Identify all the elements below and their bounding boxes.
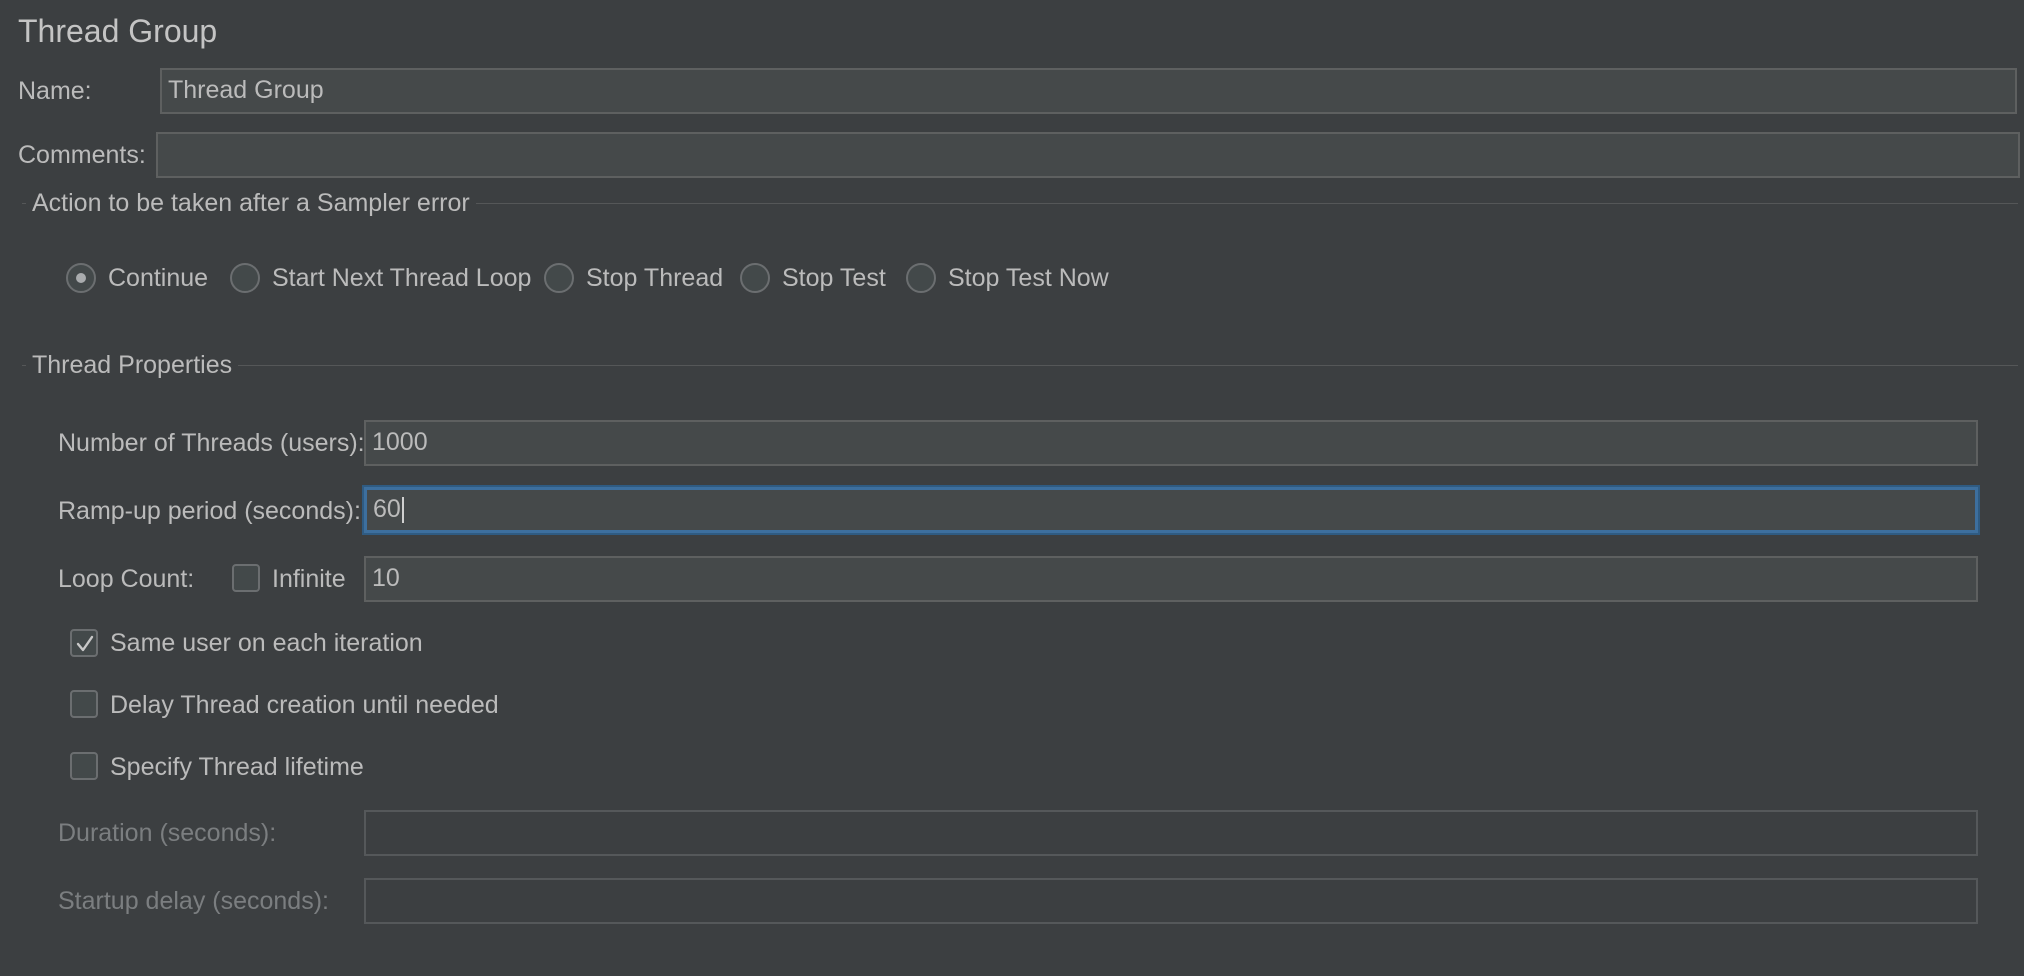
rampup-value: 60 xyxy=(373,495,401,523)
sampler-error-options: Continue Start Next Thread Loop Stop Thr… xyxy=(66,263,1266,293)
radio-stop-test-now-label: Stop Test Now xyxy=(948,264,1109,292)
radio-stop-test-now[interactable] xyxy=(906,263,936,293)
infinite-label: Infinite xyxy=(272,565,346,593)
radio-continue[interactable] xyxy=(66,263,96,293)
infinite-checkbox[interactable] xyxy=(232,564,260,592)
rampup-label: Ramp-up period (seconds): xyxy=(58,497,361,525)
radio-stop-thread[interactable] xyxy=(544,263,574,293)
name-field[interactable]: Thread Group xyxy=(160,68,2017,114)
delay-creation-label: Delay Thread creation until needed xyxy=(110,691,499,719)
comments-field[interactable] xyxy=(156,132,2020,178)
startup-delay-field[interactable] xyxy=(364,878,1978,924)
thread-properties-group-border xyxy=(22,365,2018,366)
same-user-checkbox[interactable] xyxy=(70,629,98,657)
thread-properties-group-title: Thread Properties xyxy=(26,350,239,380)
loop-count-field[interactable]: 10 xyxy=(364,556,1978,602)
radio-stop-test[interactable] xyxy=(740,263,770,293)
num-threads-value: 1000 xyxy=(372,428,428,456)
specify-lifetime-checkbox[interactable] xyxy=(70,752,98,780)
rampup-field[interactable]: 60 xyxy=(364,487,1978,533)
duration-field[interactable] xyxy=(364,810,1978,856)
name-field-value: Thread Group xyxy=(168,76,324,104)
text-caret xyxy=(401,497,404,524)
same-user-label: Same user on each iteration xyxy=(110,629,423,657)
name-label: Name: xyxy=(18,77,92,105)
specify-lifetime-label: Specify Thread lifetime xyxy=(110,753,364,781)
radio-start-next-thread-loop-label: Start Next Thread Loop xyxy=(272,264,532,292)
sampler-error-group-title: Action to be taken after a Sampler error xyxy=(26,188,476,218)
radio-stop-test-label: Stop Test xyxy=(782,264,886,292)
radio-start-next-thread-loop[interactable] xyxy=(230,263,260,293)
num-threads-label: Number of Threads (users): xyxy=(58,429,365,457)
radio-continue-label: Continue xyxy=(108,264,209,292)
comments-label: Comments: xyxy=(18,141,146,169)
duration-label: Duration (seconds): xyxy=(58,819,277,847)
page-title: Thread Group xyxy=(18,13,218,49)
checkmark-icon xyxy=(76,635,94,652)
num-threads-field[interactable]: 1000 xyxy=(364,420,1978,466)
loop-count-label: Loop Count: xyxy=(58,565,195,593)
radio-stop-thread-label: Stop Thread xyxy=(586,264,724,292)
delay-creation-checkbox[interactable] xyxy=(70,690,98,718)
loop-count-value: 10 xyxy=(372,564,400,592)
startup-delay-label: Startup delay (seconds): xyxy=(58,887,329,915)
